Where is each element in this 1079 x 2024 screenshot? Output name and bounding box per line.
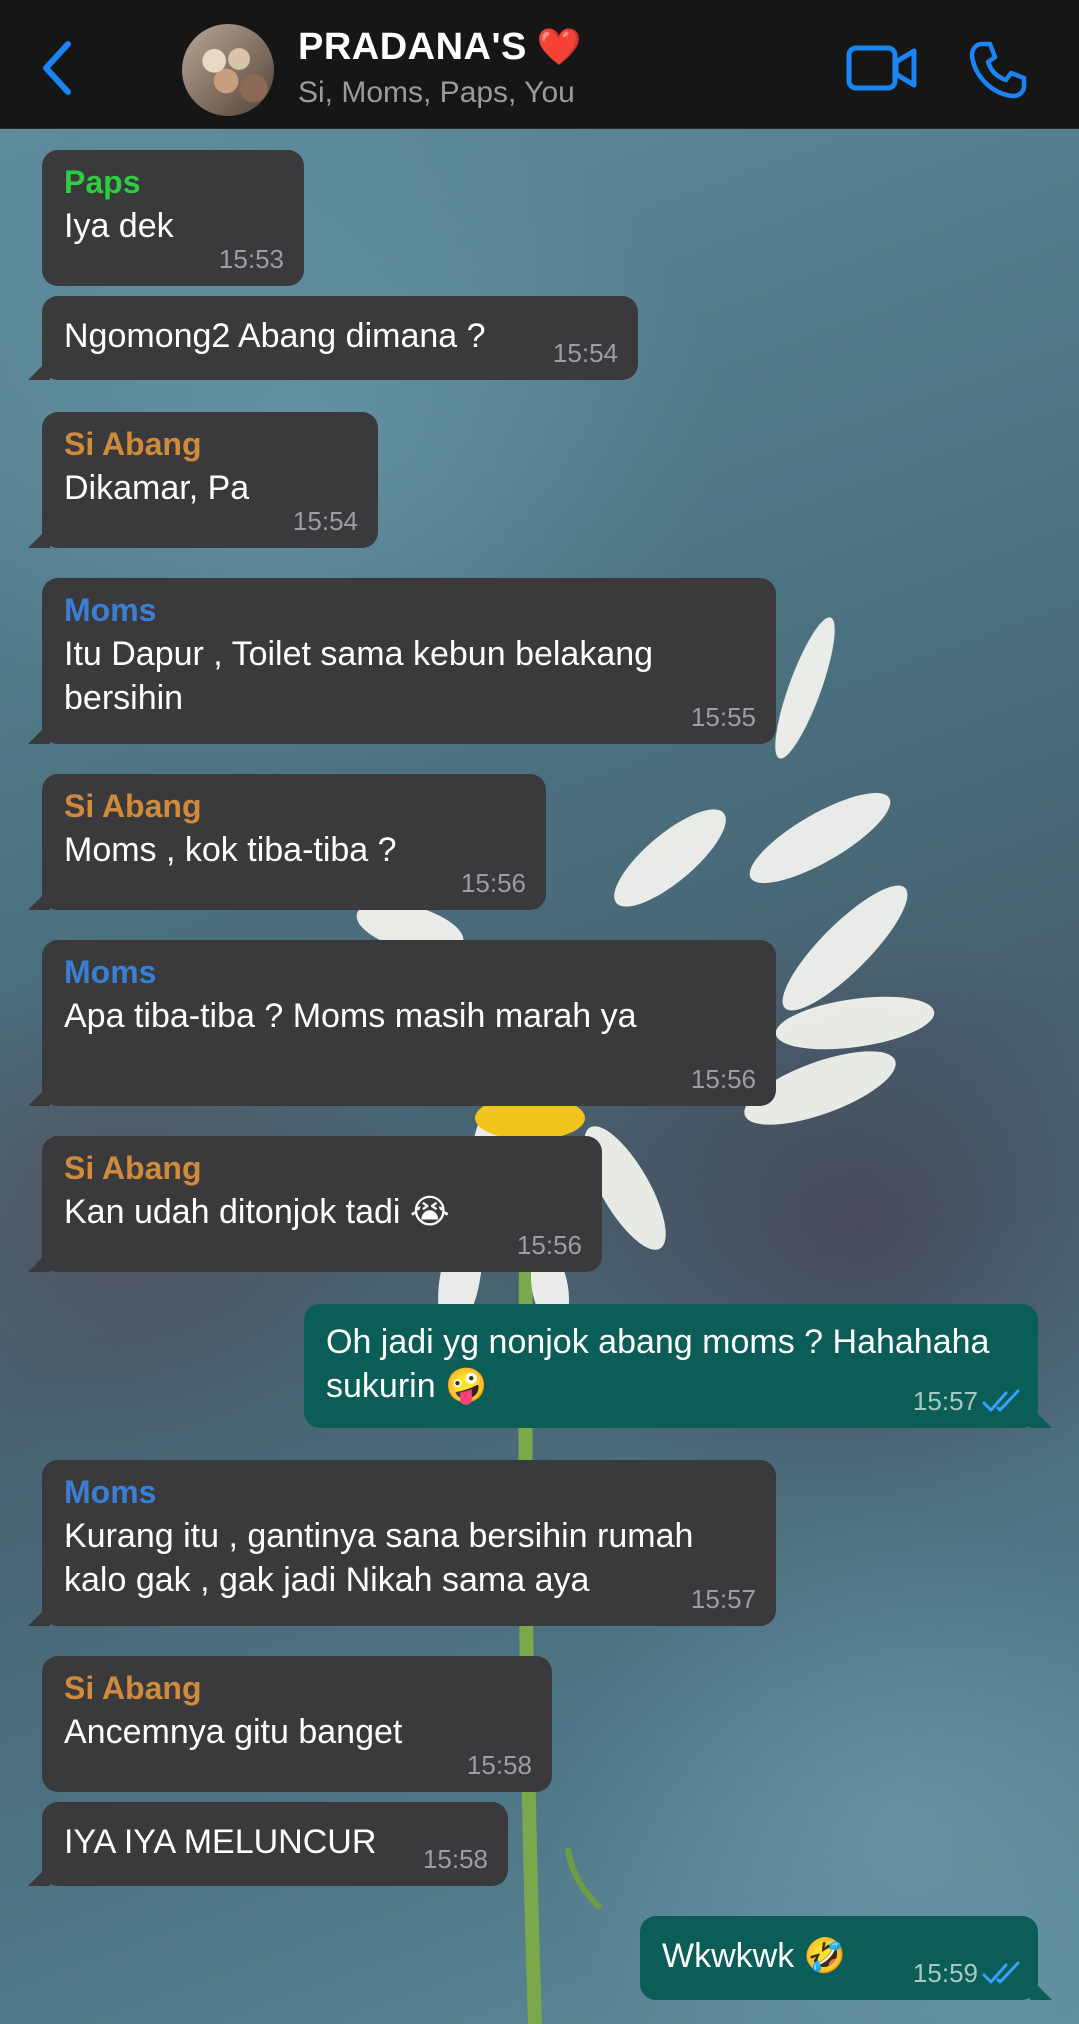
message-bubble-outgoing[interactable]: Oh jadi yg nonjok abang moms ? Hahahaha … <box>304 1304 1052 1428</box>
message-bubble[interactable]: Ngomong2 Abang dimana ? 15:54 <box>28 296 638 380</box>
message-time: 15:56 <box>516 1230 582 1260</box>
bubble-tail <box>28 1250 50 1272</box>
message-text: Iya dek <box>64 207 174 245</box>
sender-name: Si Abang <box>64 426 202 462</box>
message-bubble[interactable]: Si Abang Moms , kok tiba-tiba ? 15:56 <box>28 774 546 910</box>
chevron-left-icon <box>43 41 71 95</box>
message-time: 15:53 <box>218 244 284 274</box>
video-camera-icon <box>846 45 917 91</box>
sender-name: Si Abang <box>64 1670 202 1706</box>
back-button[interactable] <box>36 38 80 98</box>
message-time: 15:54 <box>552 338 618 368</box>
sender-name: Moms <box>64 1474 157 1510</box>
group-avatar[interactable] <box>182 24 274 116</box>
message-bubble[interactable]: Si Abang Dikamar, Pa 15:54 <box>28 412 378 548</box>
message-time: 15:58 <box>422 1844 488 1874</box>
phone-icon <box>969 41 1027 99</box>
message-time: 15:58 <box>466 1750 532 1780</box>
message-bubble[interactable]: IYA IYA MELUNCUR 15:58 <box>28 1802 508 1886</box>
message-time: 15:55 <box>690 702 756 732</box>
chat-participants[interactable]: Si, Moms, Paps, You <box>298 76 575 110</box>
message-text: Itu Dapur , Toilet sama kebun belakang b… <box>64 635 654 717</box>
message-bubble[interactable]: Si Abang Ancemnya gitu banget 15:58 <box>42 1656 552 1792</box>
bubble-tail <box>28 722 50 744</box>
heart-emoji: ❤️ <box>536 27 583 68</box>
message-text: Moms , kok tiba-tiba ? <box>64 831 397 869</box>
message-time: 15:57 <box>690 1584 756 1614</box>
sender-name: Moms <box>64 954 157 990</box>
message-text: Kurang itu , gantinya sana bersihin ruma… <box>64 1517 694 1599</box>
chat-header: PRADANA'S ❤️ Si, Moms, Paps, You <box>0 0 1079 129</box>
message-text: Ancemnya gitu banget <box>64 1713 403 1751</box>
message-text: Ngomong2 Abang dimana ? <box>64 317 486 355</box>
message-time: 15:54 <box>292 506 358 536</box>
message-text: Dikamar, Pa <box>64 469 250 507</box>
message-bubble[interactable]: Moms Apa tiba-tiba ? Moms masih marah ya… <box>28 940 776 1106</box>
voice-call-button[interactable] <box>968 40 1028 100</box>
sender-name: Si Abang <box>64 788 202 824</box>
message-time: 15:57 <box>912 1386 978 1416</box>
read-receipt-icon <box>982 1961 1020 1984</box>
bubble-tail <box>28 1864 50 1886</box>
bubble-tail <box>1030 1978 1052 2000</box>
message-text: Apa tiba-tiba ? Moms masih marah ya <box>64 997 637 1035</box>
message-time: 15:56 <box>460 868 526 898</box>
bubble-tail <box>28 1604 50 1626</box>
bubble-tail <box>1030 1406 1052 1428</box>
chat-title-text: PRADANA'S <box>298 26 527 68</box>
message-bubble[interactable]: Paps Iya dek 15:53 <box>42 150 304 286</box>
message-bubble[interactable]: Moms Itu Dapur , Toilet sama kebun belak… <box>28 578 776 744</box>
bubble-tail <box>28 526 50 548</box>
message-time: 15:56 <box>690 1064 756 1094</box>
message-bubble[interactable]: Si Abang Kan udah ditonjok tadi 😭 15:56 <box>28 1136 602 1272</box>
chat-title[interactable]: PRADANA'S ❤️ <box>298 26 582 69</box>
message-bubble[interactable]: Moms Kurang itu , gantinya sana bersihin… <box>28 1460 776 1626</box>
bubble-tail <box>28 888 50 910</box>
sender-name: Moms <box>64 592 157 628</box>
sender-name: Paps <box>64 164 141 200</box>
video-call-button[interactable] <box>846 44 918 92</box>
message-text: Oh jadi yg nonjok abang moms ? Hahahaha … <box>326 1323 990 1405</box>
message-bubble-outgoing[interactable]: Wkwkwk 🤣 15:59 <box>640 1916 1052 2000</box>
message-time: 15:59 <box>912 1958 978 1988</box>
bubble-tail <box>28 358 50 380</box>
bubble-tail <box>28 1084 50 1106</box>
sender-name: Si Abang <box>64 1150 202 1186</box>
read-receipt-icon <box>982 1389 1020 1412</box>
message-text: Kan udah ditonjok tadi 😭 <box>64 1193 450 1231</box>
